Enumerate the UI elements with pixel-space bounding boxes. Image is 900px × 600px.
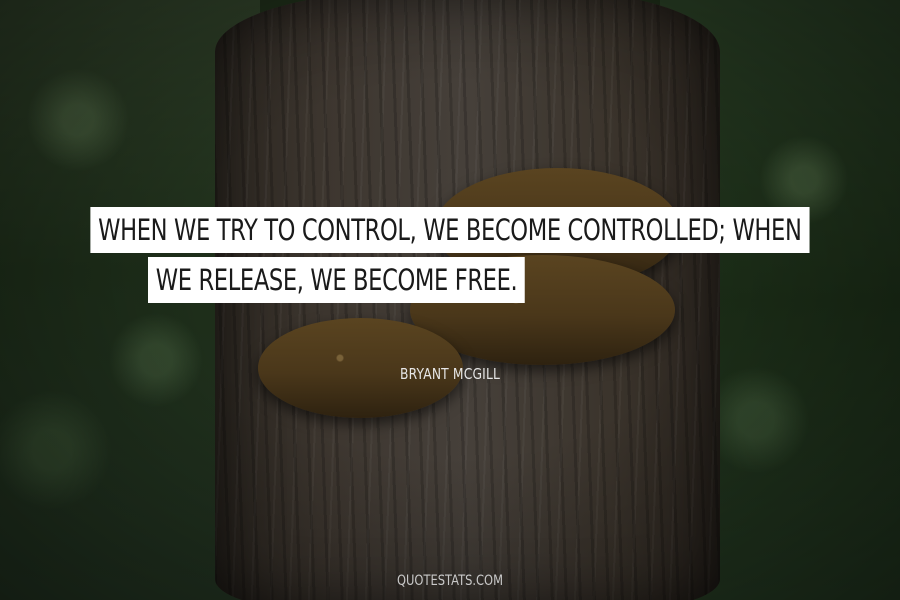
site-credit: QUOTESTATS.COM	[396, 573, 504, 589]
quote-line-1: WHEN WE TRY TO CONTROL, WE BECOME CONTRO…	[0, 207, 900, 254]
quote-author: BRYANT MCGILL	[399, 365, 500, 383]
quote-line-1-text: WHEN WE TRY TO CONTROL, WE BECOME CONTRO…	[90, 207, 810, 254]
quote-line-2: WE RELEASE, WE BECOME FREE.	[148, 257, 900, 304]
quote-line-2-text: WE RELEASE, WE BECOME FREE.	[148, 257, 526, 304]
